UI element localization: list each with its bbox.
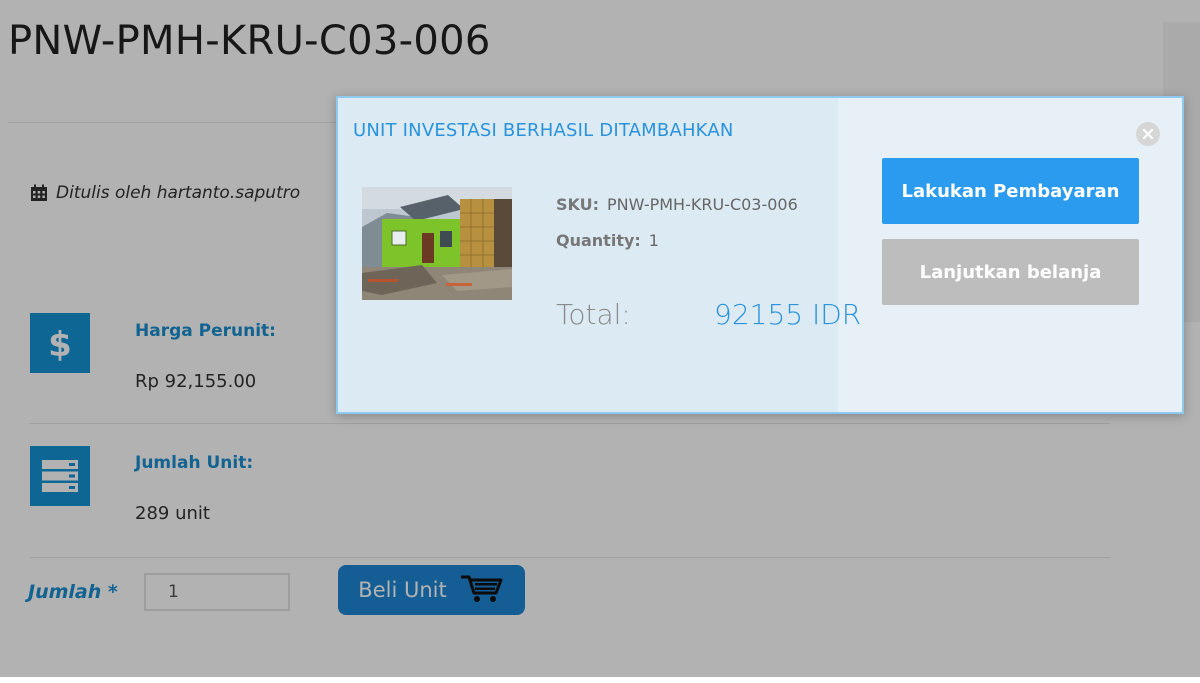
modal-quantity-value: 1 bbox=[648, 231, 659, 250]
modal-title: UNIT INVESTASI BERHASIL DITAMBAHKAN bbox=[353, 120, 734, 141]
sku-label: SKU: bbox=[556, 195, 600, 214]
pay-button[interactable]: Lakukan Pembayaran bbox=[882, 158, 1139, 224]
continue-shopping-button[interactable]: Lanjutkan belanja bbox=[882, 239, 1139, 305]
total-value: 92155 IDR bbox=[714, 298, 862, 331]
add-to-cart-modal: UNIT INVESTASI BERHASIL DITAMBAHKAN SKU:… bbox=[336, 96, 1184, 414]
total-label: Total: bbox=[556, 298, 631, 331]
modal-quantity-label: Quantity: bbox=[556, 231, 641, 250]
sku-row: SKU: PNW-PMH-KRU-C03-006 bbox=[556, 195, 798, 214]
sku-value: PNW-PMH-KRU-C03-006 bbox=[607, 195, 798, 214]
close-icon[interactable] bbox=[1136, 122, 1160, 146]
quantity-row: Quantity: 1 bbox=[556, 231, 659, 250]
product-thumbnail bbox=[362, 187, 512, 300]
